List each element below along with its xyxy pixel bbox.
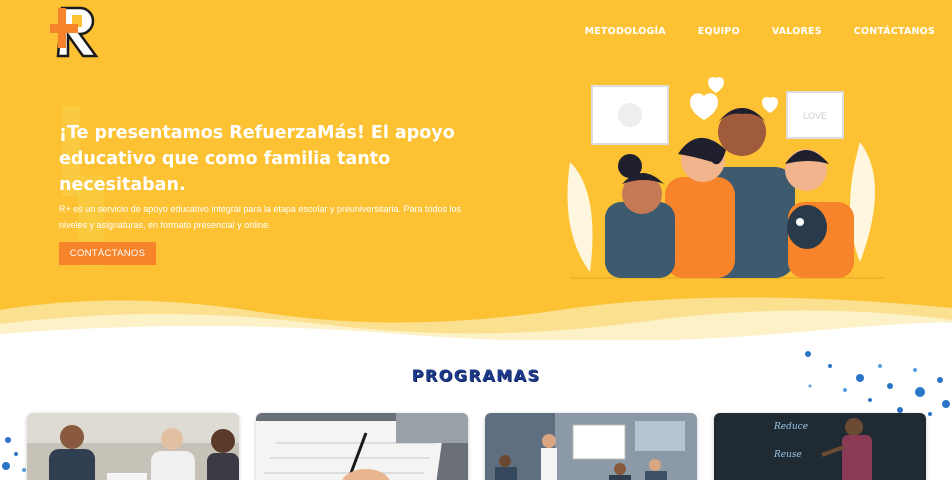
svg-text:Reduce: Reduce — [773, 422, 808, 432]
nav-contactanos[interactable]: CONTÁCTANOS — [854, 26, 935, 37]
family-illustration: LOVE — [567, 77, 885, 279]
program-card-4[interactable]: Reduce Reuse — [714, 413, 926, 480]
programs-card-list: Reduce Reuse — [27, 413, 927, 480]
classroom-photo — [485, 413, 697, 480]
nav-metodologia[interactable]: METODOLOGÍA — [585, 26, 666, 37]
main-nav: METODOLOGÍA EQUIPO VALORES CONTÁCTANOS — [585, 26, 935, 37]
chalkboard-photo: Reduce Reuse — [714, 413, 926, 480]
svg-text:Reuse: Reuse — [773, 450, 802, 460]
program-card-3[interactable] — [485, 413, 697, 480]
writing-photo — [256, 413, 468, 480]
hero-description: R+ es un servicio de apoyo educativo int… — [59, 204, 461, 230]
frame-love-text: LOVE — [803, 111, 827, 121]
logo[interactable] — [48, 4, 104, 60]
hero-headline: ¡Te presentamos RefuerzaMás! El apoyo ed… — [59, 123, 455, 195]
meeting-photo — [27, 413, 239, 480]
contact-cta-button[interactable]: CONTÁCTANOS — [59, 242, 156, 265]
hero-section: METODOLOGÍA EQUIPO VALORES CONTÁCTANOS ¡… — [0, 0, 952, 340]
nav-equipo[interactable]: EQUIPO — [698, 26, 740, 37]
program-card-2[interactable] — [256, 413, 468, 480]
program-card-1[interactable] — [27, 413, 239, 480]
programs-title: PROGRAMAS — [411, 366, 541, 385]
nav-valores[interactable]: VALORES — [772, 26, 822, 37]
